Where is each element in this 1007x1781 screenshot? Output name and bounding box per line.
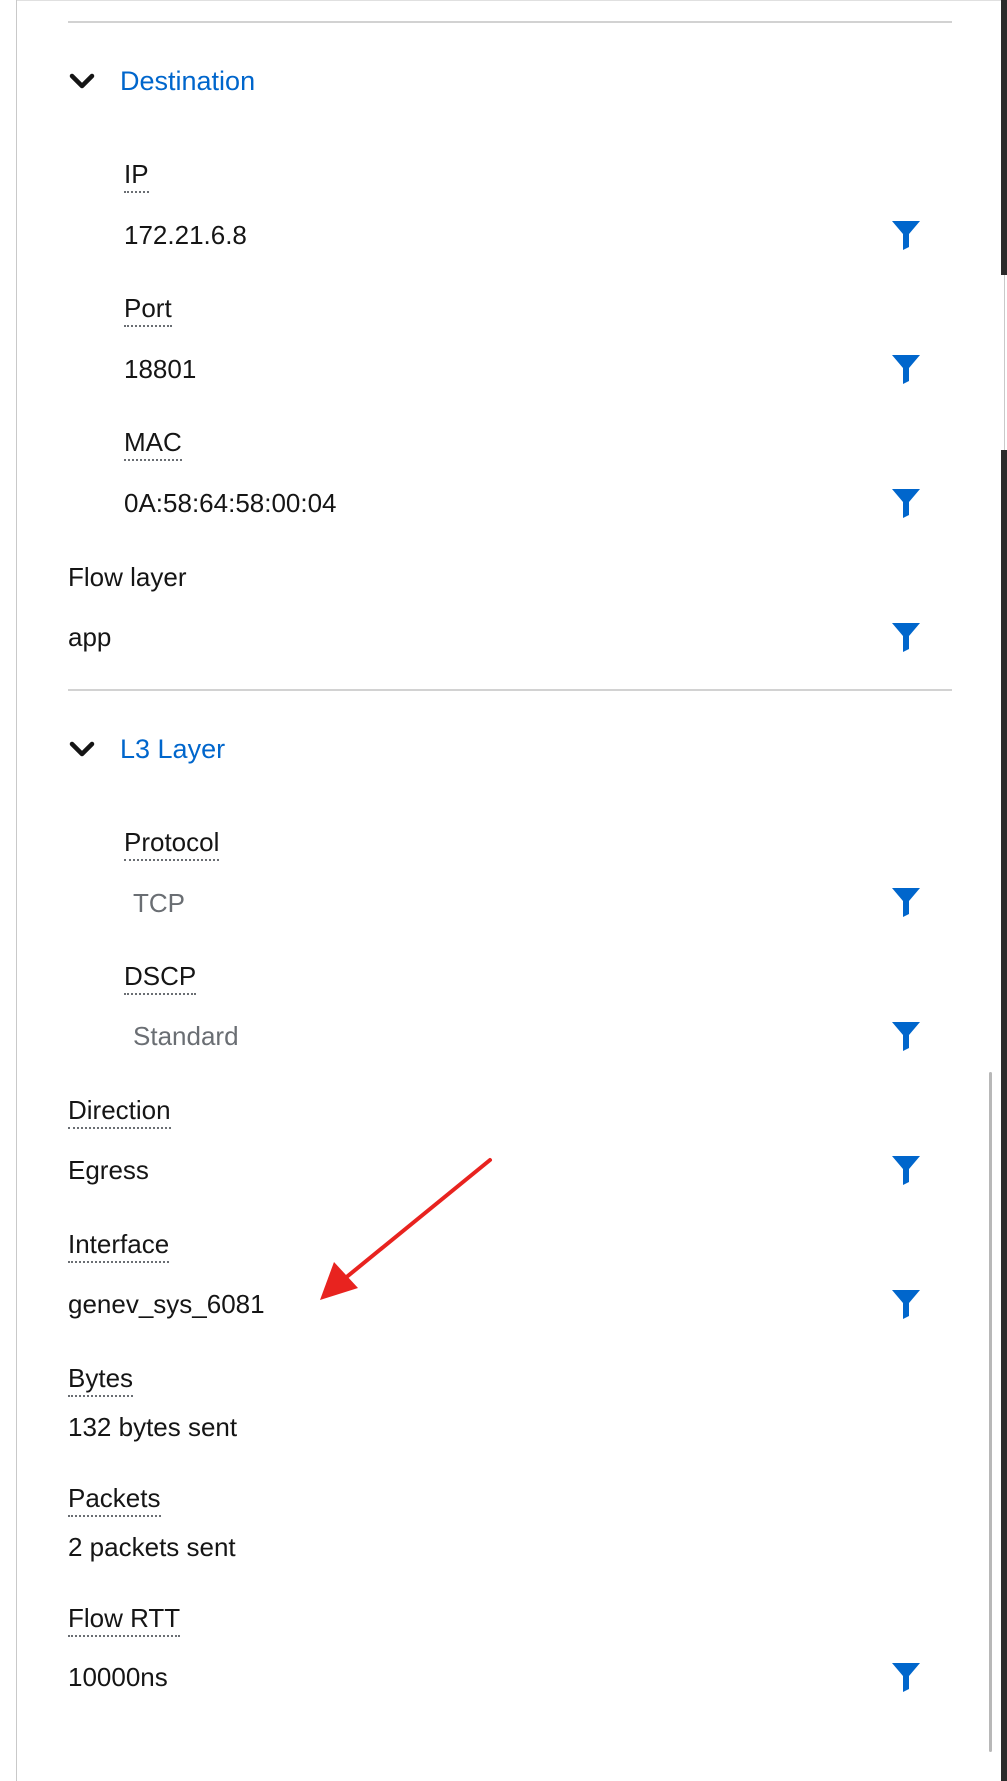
window-edge-upper xyxy=(1001,0,1007,275)
l3-layer-section-toggle[interactable]: L3 Layer xyxy=(68,729,225,769)
destination-ip-label: IP xyxy=(124,156,149,193)
filter-icon xyxy=(892,1290,920,1319)
dscp-filter-button[interactable] xyxy=(890,1020,922,1052)
direction-label: Direction xyxy=(68,1092,171,1129)
flow-rtt-label: Flow RTT xyxy=(68,1600,181,1637)
scrollbar-thumb[interactable] xyxy=(989,1072,992,1752)
filter-icon xyxy=(892,355,920,384)
chevron-down-icon xyxy=(69,741,95,757)
filter-icon xyxy=(892,623,920,652)
destination-mac-value: 0A:58:64:58:00:04 xyxy=(124,488,337,518)
flow-layer-value: app xyxy=(68,622,112,652)
window-edge-lower xyxy=(1001,450,1007,1781)
interface-label: Interface xyxy=(68,1226,170,1263)
panel-left-border xyxy=(16,0,17,1781)
packets-label: Packets xyxy=(68,1480,161,1517)
direction-filter-button[interactable] xyxy=(890,1154,922,1186)
filter-icon xyxy=(892,1022,920,1051)
destination-port-value: 18801 xyxy=(124,354,197,384)
flow-rtt-filter-button[interactable] xyxy=(890,1661,922,1693)
filter-icon xyxy=(892,221,920,250)
flow-layer-filter-button[interactable] xyxy=(890,621,922,653)
destination-ip-filter-button[interactable] xyxy=(890,219,922,251)
flow-rtt-value: 10000ns xyxy=(68,1662,168,1692)
interface-value: genev_sys_6081 xyxy=(68,1289,265,1319)
filter-icon xyxy=(892,1156,920,1185)
destination-port-filter-button[interactable] xyxy=(890,353,922,385)
destination-section-title: Destination xyxy=(120,66,256,96)
chevron-down-icon xyxy=(69,73,95,89)
destination-port-label: Port xyxy=(124,290,172,327)
direction-value: Egress xyxy=(68,1155,149,1185)
panel-top-edge xyxy=(17,0,1002,1)
packets-value: 2 packets sent xyxy=(68,1532,236,1562)
bytes-value: 132 bytes sent xyxy=(68,1412,238,1442)
flow-details-panel: Destination IP 172.21.6.8 Port 18801 MAC… xyxy=(0,0,1007,1781)
l3-layer-section-title: L3 Layer xyxy=(120,734,226,764)
filter-icon xyxy=(892,888,920,917)
destination-mac-filter-button[interactable] xyxy=(890,487,922,519)
section-divider xyxy=(68,21,952,23)
flow-layer-label: Flow layer xyxy=(68,562,187,592)
section-divider xyxy=(68,689,952,691)
bytes-label: Bytes xyxy=(68,1360,134,1397)
filter-icon xyxy=(892,489,920,518)
protocol-filter-button[interactable] xyxy=(890,886,922,918)
protocol-value: TCP xyxy=(133,888,185,918)
filter-icon xyxy=(892,1663,920,1692)
interface-filter-button[interactable] xyxy=(890,1288,922,1320)
dscp-value: Standard xyxy=(133,1021,239,1051)
destination-section-toggle[interactable]: Destination xyxy=(68,61,255,101)
destination-ip-value: 172.21.6.8 xyxy=(124,220,247,250)
red-arrow-annotation xyxy=(320,1158,492,1300)
dscp-label: DSCP xyxy=(124,958,197,995)
destination-mac-label: MAC xyxy=(124,424,182,461)
protocol-label: Protocol xyxy=(124,824,220,861)
